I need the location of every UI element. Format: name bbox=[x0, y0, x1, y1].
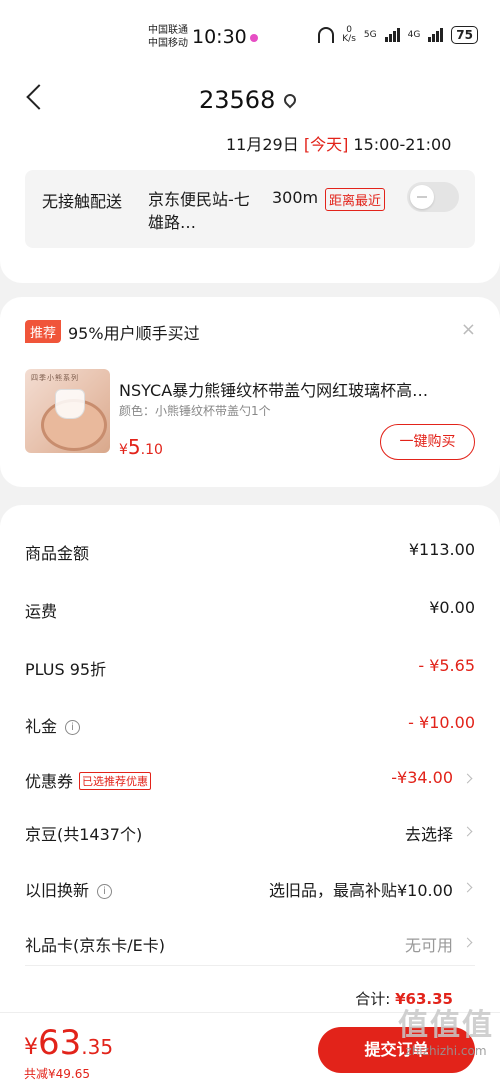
recommend-title: 95%用户顺手买过 bbox=[68, 324, 200, 343]
row-shipping: 运费 ¥0.00 bbox=[25, 593, 475, 623]
row-label: 以旧换新 i bbox=[25, 877, 113, 901]
signal-icon bbox=[384, 28, 400, 42]
station-distance: 300m bbox=[272, 188, 319, 207]
row-label: PLUS 95折 bbox=[25, 660, 107, 679]
watermark: 值值值 zhizhizhi.com bbox=[398, 1000, 494, 1058]
close-icon[interactable]: × bbox=[461, 319, 476, 340]
contactless-label: 无接触配送 bbox=[42, 192, 123, 211]
info-icon[interactable]: i bbox=[97, 884, 113, 899]
delivery-date-day: 11月29日 bbox=[226, 135, 299, 154]
network-5g-label: 5G bbox=[363, 30, 377, 40]
pay-currency: ¥ bbox=[24, 1035, 38, 1060]
row-label: 商品金额 bbox=[25, 544, 90, 563]
row-label: 优惠券 已选推荐优惠 bbox=[25, 768, 152, 792]
delivery-date[interactable]: 11月29日 [今天] 15:00-21:00 bbox=[226, 131, 451, 155]
chevron-right-icon bbox=[462, 882, 473, 893]
toggle-knob bbox=[410, 185, 434, 209]
battery-icon: 75 bbox=[451, 26, 478, 44]
row-value: ¥0.00 bbox=[429, 598, 475, 617]
clock: 10:30 bbox=[192, 26, 247, 48]
coupon-selected-badge: 已选推荐优惠 bbox=[79, 772, 152, 790]
row-value: 无可用 bbox=[404, 936, 453, 955]
recommend-card: 推荐 95%用户顺手买过 × 四季小熊系列 NSYCA暴力熊锤纹杯带盖勺网红玻璃… bbox=[0, 297, 500, 487]
total-saved[interactable]: 共减¥49.65 bbox=[24, 1065, 90, 1082]
nearest-badge: 距离最近 bbox=[325, 188, 386, 211]
row-value: 选旧品，最高补贴¥10.00 bbox=[269, 881, 453, 900]
product-thumbnail[interactable]: 四季小熊系列 bbox=[25, 369, 110, 453]
row-plus-discount: PLUS 95折 - ¥5.65 bbox=[25, 651, 475, 681]
chevron-right-icon bbox=[462, 826, 473, 837]
net-speed: 0 K/s bbox=[342, 26, 356, 44]
watermark-logo: 值值值 bbox=[398, 1008, 494, 1043]
row-trade-in[interactable]: 以旧换新 i 选旧品，最高补贴¥10.00 bbox=[25, 872, 475, 902]
price-dec: .10 bbox=[140, 442, 163, 458]
row-label-text: 优惠券 bbox=[25, 772, 74, 791]
row-value: 去选择 bbox=[404, 825, 453, 844]
row-value: - ¥5.65 bbox=[418, 656, 475, 675]
network-4g-label: 4G bbox=[407, 30, 421, 40]
address-title[interactable]: 23568 bbox=[199, 86, 275, 114]
delivery-date-today: [今天] bbox=[303, 135, 349, 154]
notification-dot-icon bbox=[250, 34, 258, 42]
divider bbox=[25, 965, 475, 966]
chevron-right-icon bbox=[462, 937, 473, 948]
price-int: 5 bbox=[127, 435, 141, 459]
row-gift-card[interactable]: 礼品卡(京东卡/E卡) 无可用 bbox=[25, 927, 475, 957]
thumbnail-cup bbox=[55, 389, 85, 419]
row-value: -¥34.00 bbox=[391, 768, 453, 787]
carrier-labels: 中国联通 中国移动 bbox=[148, 24, 188, 50]
pay-amount: ¥63.35 bbox=[24, 1023, 113, 1063]
row-coupon[interactable]: 优惠券 已选推荐优惠 -¥34.00 bbox=[25, 763, 475, 793]
product-name[interactable]: NSYCA暴力熊锤纹杯带盖勺网红玻璃杯高… bbox=[119, 377, 469, 401]
order-summary-card: 商品金额 ¥113.00 运费 ¥0.00 PLUS 95折 - ¥5.65 礼… bbox=[0, 505, 500, 1045]
row-label: 京豆(共1437个) bbox=[25, 825, 143, 844]
row-label-text: 以旧换新 bbox=[25, 881, 90, 900]
product-price: ¥5.10 bbox=[119, 435, 163, 459]
status-icons: 0 K/s 5G 4G 75 bbox=[318, 26, 478, 44]
pay-dec: .35 bbox=[81, 1035, 114, 1059]
row-label: 运费 bbox=[25, 602, 58, 621]
carrier-2: 中国移动 bbox=[148, 38, 188, 49]
row-jd-beans[interactable]: 京豆(共1437个) 去选择 bbox=[25, 816, 475, 846]
headphones-icon bbox=[318, 27, 335, 43]
contactless-toggle[interactable] bbox=[407, 182, 459, 212]
info-icon[interactable]: i bbox=[65, 720, 81, 735]
signal-icon-2 bbox=[428, 28, 444, 42]
recommend-tag: 推荐 bbox=[25, 320, 62, 343]
row-value: ¥113.00 bbox=[408, 540, 475, 559]
thumbnail-caption: 四季小熊系列 bbox=[31, 374, 79, 382]
one-click-buy-button[interactable]: 一键购买 bbox=[380, 424, 475, 460]
watermark-site: zhizhizhi.com bbox=[405, 1044, 487, 1058]
row-label: 礼品卡(京东卡/E卡) bbox=[25, 936, 165, 955]
price-symbol: ¥ bbox=[119, 442, 128, 458]
row-gift-money: 礼金 i - ¥10.00 bbox=[25, 708, 475, 738]
row-goods-amount: 商品金额 ¥113.00 bbox=[25, 535, 475, 565]
delivery-time-window: 15:00-21:00 bbox=[353, 135, 452, 154]
carrier-1: 中国联通 bbox=[148, 25, 188, 36]
pickup-station: 京东便民站-七雄路… bbox=[148, 190, 250, 232]
row-label: 礼金 i bbox=[25, 713, 81, 737]
row-value: - ¥10.00 bbox=[408, 713, 475, 732]
net-speed-unit: K/s bbox=[342, 34, 356, 44]
product-spec: 颜色：小熊锤纹杯带盖勺1个 bbox=[119, 404, 271, 418]
chevron-right-icon bbox=[462, 773, 473, 784]
pay-int: 63 bbox=[38, 1023, 82, 1063]
total-label: 合计: bbox=[355, 990, 391, 1008]
status-bar: 中国联通 中国移动 10:30 0 K/s 5G 4G 75 bbox=[0, 0, 500, 75]
row-label-text: 礼金 bbox=[25, 717, 58, 736]
contactless-delivery-panel: 无接触配送 京东便民站-七雄路… 300m 距离最近 bbox=[25, 170, 475, 248]
